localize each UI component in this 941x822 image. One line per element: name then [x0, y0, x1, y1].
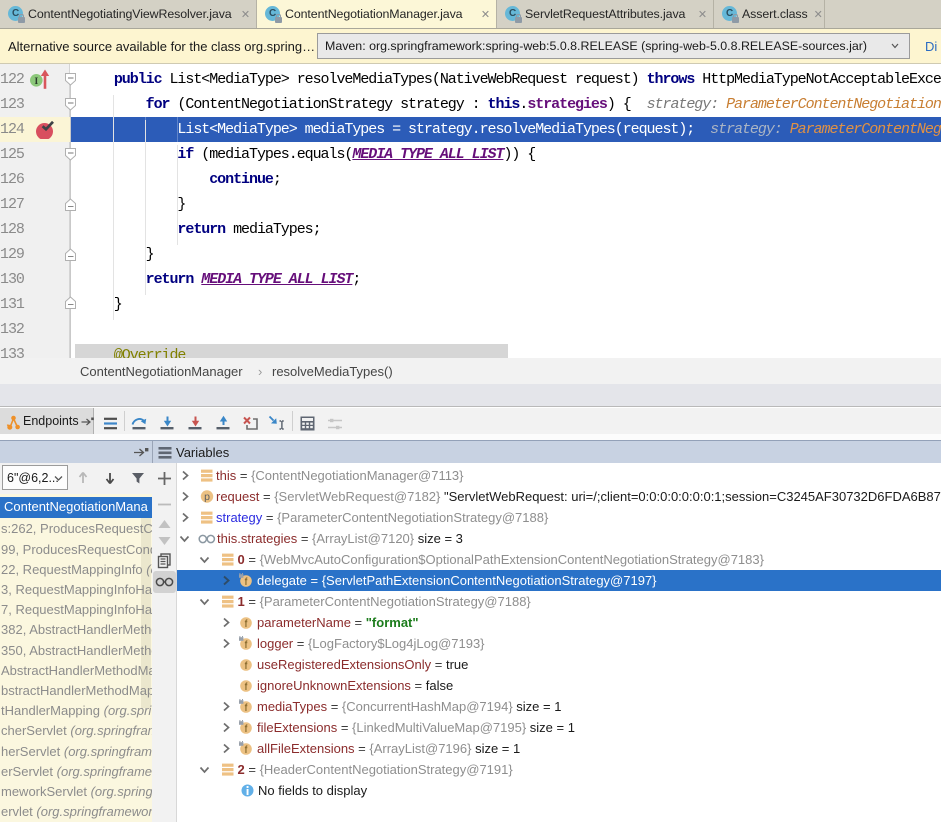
svg-text:I: I [34, 77, 38, 87]
